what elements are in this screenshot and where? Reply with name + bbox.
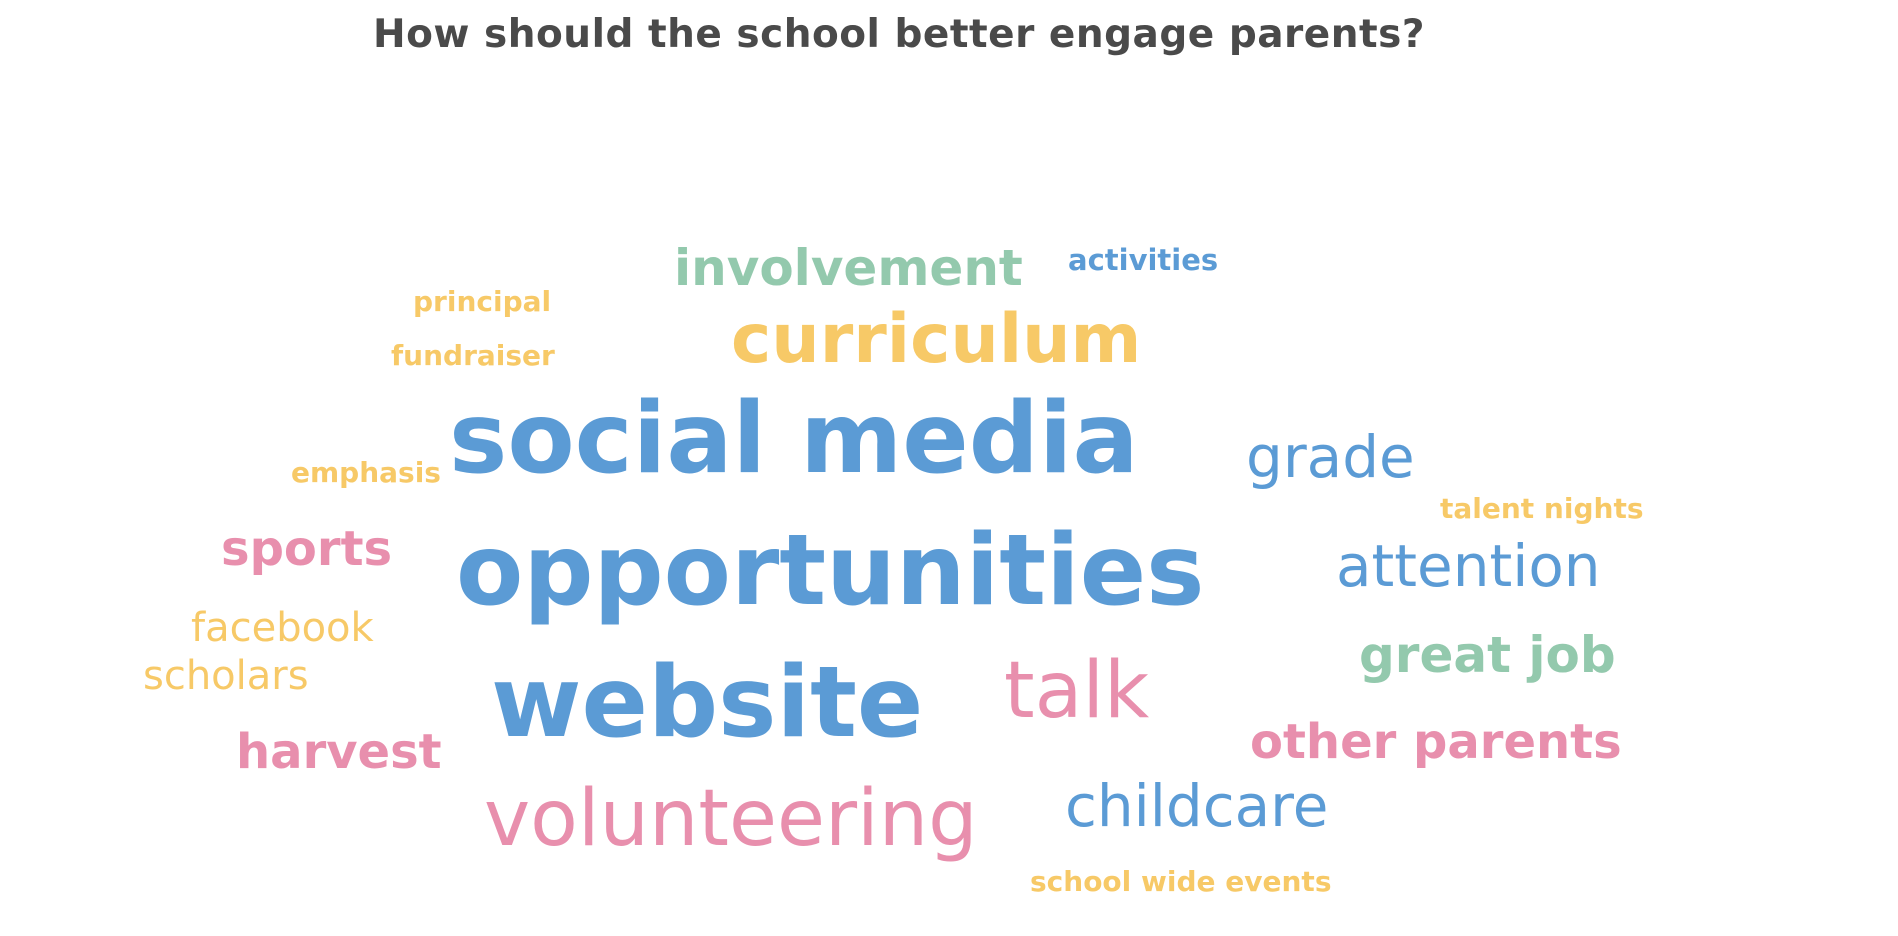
word-emphasis: emphasis	[291, 456, 441, 489]
word-principal: principal	[413, 285, 552, 318]
word-curriculum: curriculum	[731, 300, 1142, 379]
word-cloud: involvement activities principal curricu…	[0, 0, 1898, 936]
word-social-media: social media	[449, 382, 1139, 496]
word-grade: grade	[1246, 423, 1415, 491]
word-harvest: harvest	[236, 724, 442, 780]
word-talent-nights: talent nights	[1440, 492, 1644, 525]
word-activities: activities	[1068, 243, 1219, 277]
word-website: website	[491, 646, 924, 760]
word-school-wide-events: school wide events	[1030, 865, 1332, 898]
word-talk: talk	[1004, 646, 1150, 736]
word-involvement: involvement	[674, 239, 1023, 297]
word-opportunities: opportunities	[456, 514, 1205, 628]
word-other-parents: other parents	[1250, 714, 1622, 770]
word-volunteering: volunteering	[484, 774, 978, 864]
word-great-job: great job	[1359, 626, 1616, 684]
word-childcare: childcare	[1065, 772, 1329, 840]
word-fundraiser: fundraiser	[391, 339, 555, 372]
word-sports: sports	[221, 521, 393, 577]
word-attention: attention	[1336, 532, 1601, 600]
word-facebook: facebook	[191, 605, 374, 651]
word-scholars: scholars	[143, 653, 309, 699]
